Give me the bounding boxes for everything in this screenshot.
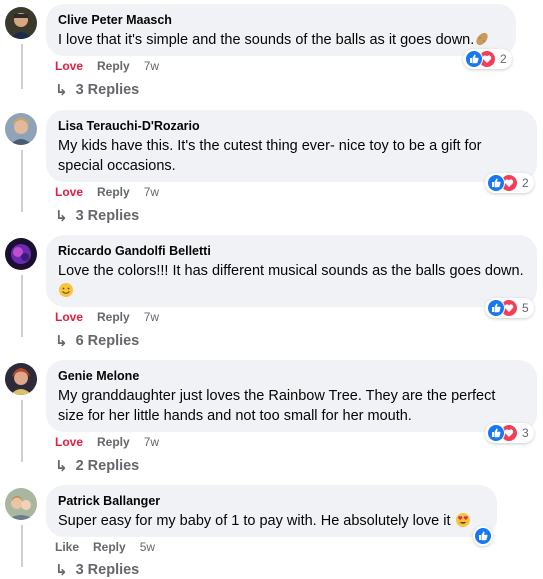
comment-text: Super easy for my baby of 1 to pay with.… <box>58 511 485 534</box>
comment-actions: Love Reply 7w <box>55 185 159 199</box>
reply-button[interactable]: Reply <box>97 435 130 449</box>
avatar[interactable] <box>5 113 37 145</box>
comment-author[interactable]: Riccardo Gandolfi Belletti <box>58 243 525 259</box>
reaction-summary[interactable] <box>473 526 493 546</box>
love-button[interactable]: Love <box>55 59 83 73</box>
view-replies-link[interactable]: ↳ 2 Replies <box>55 457 139 475</box>
reply-arrow-icon: ↳ <box>55 458 68 475</box>
comment-actions: Love Reply 7w <box>55 435 159 449</box>
replies-label: 6 Replies <box>75 333 140 349</box>
replies-label: 3 Replies <box>75 208 140 224</box>
comment-time[interactable]: 7w <box>144 185 159 199</box>
comment: Patrick Ballanger Super easy for my baby… <box>0 485 543 579</box>
replies-label: 2 Replies <box>75 458 140 474</box>
comment-actions: Love Reply 7w <box>55 59 159 73</box>
avatar[interactable] <box>5 488 37 520</box>
comment: Riccardo Gandolfi Belletti Love the colo… <box>0 235 543 355</box>
love-button[interactable]: Love <box>55 435 83 449</box>
comment-bubble: Patrick Ballanger Super easy for my baby… <box>46 485 497 537</box>
thread-line <box>21 400 23 462</box>
reaction-summary[interactable]: 5 <box>485 298 534 318</box>
view-replies-link[interactable]: ↳ 3 Replies <box>55 81 139 99</box>
comment: Lisa Terauchi-D'Rozario My kids have thi… <box>0 110 543 230</box>
reply-arrow-icon: ↳ <box>55 82 68 99</box>
comment-author[interactable]: Patrick Ballanger <box>58 493 485 509</box>
reaction-summary[interactable]: 2 <box>485 173 534 193</box>
comment: Clive Peter Maasch I love that it's simp… <box>0 4 543 109</box>
comment-time[interactable]: 7w <box>144 435 159 449</box>
comment-text: My kids have this. It's the cutest thing… <box>58 138 482 174</box>
like-reaction-icon <box>487 299 505 317</box>
replies-label: 3 Replies <box>75 562 140 578</box>
thread-line <box>21 150 23 212</box>
avatar[interactable] <box>5 238 37 270</box>
comment-text-content: Love the colors!!! It has different musi… <box>58 263 524 279</box>
reaction-count: 3 <box>522 426 529 440</box>
comment-text-content: I love that it's simple and the sounds o… <box>58 32 475 48</box>
smile-emoji-icon <box>58 282 74 304</box>
view-replies-link[interactable]: ↳ 3 Replies <box>55 561 139 579</box>
comment-author[interactable]: Lisa Terauchi-D'Rozario <box>58 118 525 134</box>
like-reaction-icon <box>465 50 483 68</box>
like-reaction-icon <box>487 174 505 192</box>
love-button[interactable]: Love <box>55 310 83 324</box>
reply-arrow-icon: ↳ <box>55 208 68 225</box>
avatar[interactable] <box>5 363 37 395</box>
like-button[interactable]: Like <box>55 540 79 554</box>
comment-bubble: Genie Melone My granddaughter just loves… <box>46 360 537 432</box>
reaction-count: 5 <box>522 301 529 315</box>
heart-eyes-emoji-icon <box>455 512 471 534</box>
reaction-count: 2 <box>500 52 507 66</box>
reaction-summary[interactable]: 3 <box>485 423 534 443</box>
view-replies-link[interactable]: ↳ 6 Replies <box>55 332 139 350</box>
comment-time[interactable]: 7w <box>144 59 159 73</box>
avatar[interactable] <box>5 7 37 39</box>
comment: Genie Melone My granddaughter just loves… <box>0 360 543 480</box>
like-reaction-icon <box>487 424 505 442</box>
comment-bubble: Riccardo Gandolfi Belletti Love the colo… <box>46 235 537 307</box>
thread-line <box>21 275 23 337</box>
comment-text-content: Super easy for my baby of 1 to pay with.… <box>58 513 451 529</box>
comment-bubble: Clive Peter Maasch I love that it's simp… <box>46 4 516 56</box>
reply-button[interactable]: Reply <box>97 310 130 324</box>
comment-time[interactable]: 5w <box>140 540 155 554</box>
love-button[interactable]: Love <box>55 185 83 199</box>
thread-line <box>21 44 23 89</box>
replies-label: 3 Replies <box>75 82 140 98</box>
comment-text: I love that it's simple and the sounds o… <box>58 30 504 53</box>
reply-button[interactable]: Reply <box>97 185 130 199</box>
comment-author[interactable]: Clive Peter Maasch <box>58 12 504 28</box>
like-reaction-icon <box>474 527 492 545</box>
comment-bubble: Lisa Terauchi-D'Rozario My kids have thi… <box>46 110 537 182</box>
reply-button[interactable]: Reply <box>93 540 126 554</box>
reaction-summary[interactable]: 2 <box>463 49 512 69</box>
reply-button[interactable]: Reply <box>97 59 130 73</box>
comment-text: My granddaughter just loves the Rainbow … <box>58 388 496 424</box>
reply-arrow-icon: ↳ <box>55 562 68 579</box>
comment-author[interactable]: Genie Melone <box>58 368 525 384</box>
comment-actions: Like Reply 5w <box>55 540 155 554</box>
reply-arrow-icon: ↳ <box>55 333 68 350</box>
comment-actions: Love Reply 7w <box>55 310 159 324</box>
thread-line <box>21 525 23 567</box>
view-replies-link[interactable]: ↳ 3 Replies <box>55 207 139 225</box>
reaction-count: 2 <box>522 176 529 190</box>
comment-time[interactable]: 7w <box>144 310 159 324</box>
comment-text: Love the colors!!! It has different musi… <box>58 261 525 304</box>
